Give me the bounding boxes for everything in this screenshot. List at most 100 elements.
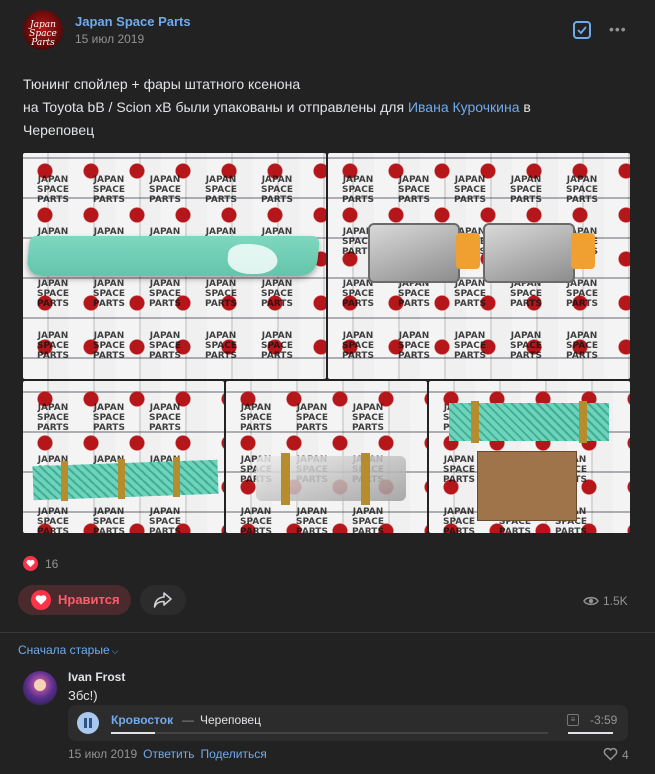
watermark-text: JAPAN SPACE PARTS [37, 175, 69, 205]
post-text: Тюнинг спойлер + фары штатного ксенона н… [23, 73, 623, 142]
audio-artist[interactable]: Кровосток [111, 713, 173, 727]
tape-strip [173, 457, 180, 497]
comment-like-count: 4 [622, 748, 629, 762]
watermark-text: JAPAN SPACE PARTS [510, 279, 542, 309]
audio-separator: — [182, 713, 194, 727]
watermark-text: JAPAN SPACE PARTS [93, 331, 125, 361]
watermark-text: JAPAN SPACE PARTS [240, 507, 272, 533]
avatar-logo-text: Japan Space Parts [29, 20, 57, 48]
audio-title: Череповец [200, 713, 261, 727]
group-avatar[interactable]: Japan Space Parts [23, 10, 63, 50]
watermark-text: JAPAN SPACE PARTS [93, 279, 125, 309]
share-link[interactable]: Поделиться [200, 747, 266, 761]
comment-text: Збс!) [68, 688, 98, 703]
comment-date[interactable]: 15 июл 2019 [68, 747, 137, 761]
watermark-text: JAPAN SPACE PARTS [352, 507, 384, 533]
tape-strip [118, 459, 125, 499]
like-count: 16 [45, 557, 59, 571]
wrapped-headlights [256, 456, 406, 501]
heart-outline-icon [603, 747, 618, 761]
watermark-text: JAPAN SPACE PARTS [510, 331, 542, 361]
post-text-line-1: Тюнинг спойлер + фары штатного ксенона [23, 76, 301, 92]
watermark-text: JAPAN SPACE PARTS [149, 175, 181, 205]
watermark-text: JAPAN SPACE PARTS [510, 175, 542, 205]
watermark-text: JAPAN SPACE PARTS [342, 175, 374, 205]
tape-strip [579, 401, 587, 443]
checkbox-icon[interactable] [573, 21, 591, 39]
watermark-text: JAPAN SPACE PARTS [205, 279, 237, 309]
mention-link[interactable]: Ивана Курочкина [408, 99, 520, 115]
photo-wrapped-spoiler[interactable]: JAPAN SPACE PARTS JAPAN SPACE PARTS JAPAN … [23, 381, 224, 533]
watermark-text: JAPAN SPACE PARTS [352, 403, 384, 433]
wall-post: Japan Space Parts Japan Space Parts 15 и… [0, 0, 655, 774]
lyrics-icon[interactable]: ≡ [567, 714, 579, 726]
reply-link[interactable]: Ответить [143, 747, 194, 761]
watermark-text: JAPAN SPACE PARTS [37, 331, 69, 361]
volume-slider[interactable] [568, 732, 613, 734]
share-icon [153, 592, 172, 608]
heart-icon [23, 556, 38, 571]
photo-spoiler[interactable]: JAPAN SPACE PARTS JAPAN SPACE PARTS JAPAN … [23, 153, 326, 379]
audio-progress-bar[interactable] [111, 732, 548, 734]
audio-progress-fill [111, 732, 155, 734]
watermark-text: JAPAN SPACE PARTS [342, 279, 374, 309]
watermark-text: JAPAN SPACE PARTS [454, 175, 486, 205]
watermark-text: JAPAN SPACE PARTS [296, 403, 328, 433]
sort-label: Сначала старые [18, 643, 110, 657]
watermark-text: JAPAN SPACE PARTS [398, 279, 430, 309]
watermark-text: JAPAN SPACE PARTS [93, 507, 125, 533]
post-text-line-3: Череповец [23, 122, 95, 138]
watermark-text: JAPAN SPACE PARTS [149, 403, 181, 433]
watermark-text: JAPAN SPACE PARTS [296, 507, 328, 533]
tape-strip [61, 461, 68, 501]
comment-author[interactable]: Ivan Frost [68, 670, 125, 684]
watermark-text: JAPAN SPACE PARTS [342, 331, 374, 361]
chevron-down-icon: ⌵ [111, 646, 119, 656]
watermark-text: JAPAN SPACE PARTS [454, 279, 486, 309]
post-author[interactable]: Japan Space Parts [75, 14, 191, 29]
watermark-text: JAPAN SPACE PARTS [566, 175, 598, 205]
watermark-text: JAPAN SPACE PARTS [454, 331, 486, 361]
watermark-text: JAPAN SPACE PARTS [443, 455, 475, 485]
audio-attachment[interactable]: Кровосток — Череповец ≡ -3:59 [68, 705, 628, 741]
headlight-right [483, 223, 595, 283]
watermark-text: JAPAN SPACE PARTS [37, 403, 69, 433]
photo-wrapped-headlights[interactable]: JAPAN SPACE PARTS JAPAN SPACE PARTS JAPAN … [226, 381, 427, 533]
watermark-text: JAPAN SPACE PARTS [205, 331, 237, 361]
photo-packed-box[interactable]: JAPAN SPACE PARTSJAPAN SPACE PARTSJAPAN … [429, 381, 630, 533]
share-button[interactable] [140, 585, 186, 615]
like-button[interactable]: Нравится [18, 585, 131, 615]
headlight-left [368, 223, 480, 283]
divider [0, 632, 655, 633]
watermark-text: JAPAN SPACE PARTS [261, 175, 293, 205]
watermark-text: JAPAN SPACE PARTS [149, 331, 181, 361]
photo-headlights[interactable]: JAPAN SPACE PARTS JAPAN SPACE PARTS JAPAN … [328, 153, 630, 379]
pause-icon[interactable] [77, 712, 99, 734]
watermark-text: JAPAN SPACE PARTS [261, 331, 293, 361]
post-text-suffix: в [519, 99, 531, 115]
watermark-text: JAPAN SPACE PARTS [261, 279, 293, 309]
heart-icon [31, 590, 51, 610]
sort-comments-dropdown[interactable]: Сначала старые ⌵ [18, 643, 118, 657]
watermark-text: JAPAN SPACE PARTS [93, 403, 125, 433]
audio-duration: -3:59 [590, 713, 618, 727]
watermark-text: JAPAN SPACE PARTS [566, 279, 598, 309]
views-count: 1.5K [603, 594, 628, 608]
watermark-text: JAPAN SPACE PARTS [398, 331, 430, 361]
watermark-text: JAPAN SPACE PARTS [37, 279, 69, 309]
watermark-text: JAPAN SPACE PARTS [93, 175, 125, 205]
watermark-text: JAPAN SPACE PARTS [205, 175, 237, 205]
post-text-prefix: на Toyota bB / Scion xB были упакованы и… [23, 99, 408, 115]
commenter-avatar[interactable] [23, 671, 57, 705]
tape-strip [281, 453, 290, 505]
watermark-text: JAPAN SPACE PARTS [240, 403, 272, 433]
watermark-text: JAPAN SPACE PARTS [37, 507, 69, 533]
watermark-text: JAPAN SPACE PARTS [443, 507, 475, 533]
watermark-text: JAPAN SPACE PARTS [149, 507, 181, 533]
like-button-label: Нравится [58, 592, 120, 607]
post-date[interactable]: 15 июл 2019 [75, 32, 144, 46]
more-dots-icon[interactable]: ••• [609, 22, 629, 38]
eye-icon [583, 596, 599, 606]
tape-strip [471, 401, 479, 443]
watermark-text: JAPAN SPACE PARTS [149, 279, 181, 309]
